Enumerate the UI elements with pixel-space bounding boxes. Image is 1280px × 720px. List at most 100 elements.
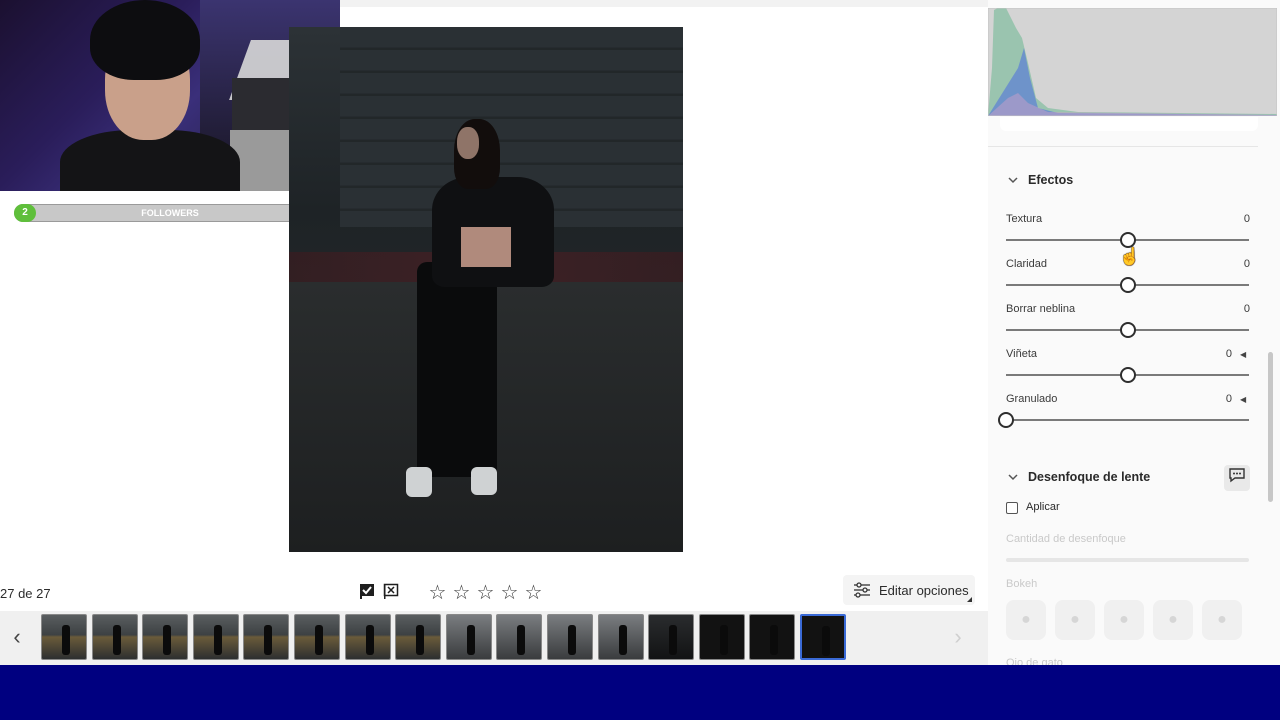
followers-label: FOLLOWERS bbox=[141, 208, 199, 218]
thumbnail-figure bbox=[163, 625, 172, 655]
slider-label: Granulado bbox=[1006, 393, 1058, 405]
slider-label: Viñeta bbox=[1006, 348, 1037, 360]
thumbnail-figure bbox=[314, 625, 323, 655]
slider-label: Textura bbox=[1006, 213, 1043, 225]
panel-scrollbar[interactable] bbox=[1268, 352, 1273, 502]
slider-value[interactable]: 0 bbox=[1230, 213, 1250, 225]
photo-subject-shoe bbox=[471, 467, 497, 495]
bokeh-blade-icon: ● bbox=[1104, 600, 1144, 640]
thumbnail-figure bbox=[213, 625, 222, 655]
photo-subject-face bbox=[457, 127, 479, 159]
thumbnail-figure bbox=[365, 625, 374, 655]
chevron-down-icon bbox=[1006, 174, 1019, 187]
filmstrip-thumbnail[interactable] bbox=[344, 614, 391, 660]
thumbnail-figure bbox=[112, 625, 121, 655]
photo-subject-torso bbox=[461, 227, 511, 267]
star-icon[interactable]: ☆ bbox=[500, 582, 519, 604]
bokeh-label: Bokeh bbox=[1006, 578, 1038, 590]
reset-arrow-icon[interactable]: ◀ bbox=[1240, 350, 1246, 360]
effects-section-header[interactable]: Efectos bbox=[1006, 173, 1073, 187]
edit-options-label: Editar opciones bbox=[879, 582, 969, 598]
slider-label: Borrar neblina bbox=[1006, 303, 1076, 315]
reset-arrow-icon[interactable]: ◀ bbox=[1240, 395, 1246, 405]
thumbnail-figure bbox=[669, 625, 678, 655]
thumbnail-figure bbox=[770, 625, 779, 655]
sliders-icon bbox=[853, 582, 871, 598]
filmstrip-thumbnail[interactable] bbox=[749, 614, 796, 660]
star-icon[interactable]: ☆ bbox=[524, 582, 543, 604]
flag-pick-icon[interactable] bbox=[357, 582, 377, 602]
photo-subject-pants bbox=[417, 262, 497, 477]
thumbnail-figure bbox=[264, 625, 273, 655]
bottom-color-band bbox=[0, 665, 1280, 720]
apply-label: Aplicar bbox=[1026, 501, 1060, 513]
photo-subject-shoe bbox=[406, 467, 432, 497]
thumbnail-figure bbox=[719, 625, 728, 655]
bokeh-cateye-icon: ● bbox=[1202, 600, 1242, 640]
star-icon[interactable]: ☆ bbox=[428, 582, 447, 604]
filmstrip-thumbnail[interactable] bbox=[293, 614, 340, 660]
slider-value[interactable]: 0 bbox=[1230, 303, 1250, 315]
webcam-person-hair bbox=[90, 0, 200, 80]
followers-current: 2 bbox=[14, 204, 36, 222]
cat-eye-label: Ojo de gato bbox=[1006, 657, 1063, 665]
filmstrip-thumbnail[interactable] bbox=[445, 614, 492, 660]
slider-handle[interactable] bbox=[1119, 322, 1136, 338]
chevron-down-icon bbox=[1006, 471, 1019, 484]
slider-value[interactable]: 0 bbox=[1230, 258, 1250, 270]
edit-options-button[interactable]: Editar opciones bbox=[843, 575, 975, 605]
filmstrip-prev-button[interactable]: ‹ bbox=[6, 617, 28, 657]
thumbnail-figure bbox=[466, 625, 475, 655]
app-window: 2 FOLLOWERS 100 27 de 27 ☆ ☆ ☆ ☆ ☆ Edita… bbox=[0, 0, 1280, 720]
blur-amount-label: Cantidad de desenfoque bbox=[1006, 533, 1126, 545]
slider-handle[interactable] bbox=[1119, 232, 1136, 248]
filmstrip-thumbnail[interactable] bbox=[597, 614, 644, 660]
top-strip bbox=[340, 0, 988, 7]
thumbnail-figure bbox=[517, 625, 526, 655]
hand-cursor-icon: ☝ bbox=[1119, 247, 1141, 266]
filmstrip-thumbnail[interactable] bbox=[41, 614, 87, 660]
filmstrip-thumbnail[interactable] bbox=[142, 614, 189, 660]
filmstrip-thumbnail[interactable] bbox=[799, 614, 846, 660]
thumbnail-figure bbox=[821, 626, 830, 656]
feedback-button[interactable] bbox=[1224, 465, 1250, 491]
slider-track[interactable] bbox=[1006, 419, 1249, 421]
filmstrip-thumbnail[interactable] bbox=[395, 614, 442, 660]
slider-label: Claridad bbox=[1006, 258, 1047, 270]
slider-handle[interactable] bbox=[1119, 367, 1136, 383]
main-photo[interactable] bbox=[289, 27, 683, 552]
filmstrip-thumbnail[interactable] bbox=[496, 614, 543, 660]
filmstrip-thumbnail[interactable] bbox=[91, 614, 138, 660]
lens-blur-title: Desenfoque de lente bbox=[1028, 470, 1151, 484]
filmstrip-thumbnail[interactable] bbox=[546, 614, 593, 660]
filmstrip-thumbnail[interactable] bbox=[192, 614, 239, 660]
histogram bbox=[988, 8, 1277, 116]
filmstrip-thumbnail[interactable] bbox=[648, 614, 695, 660]
slider-handle[interactable] bbox=[998, 412, 1014, 428]
lens-blur-section-header[interactable]: Desenfoque de lente bbox=[1006, 470, 1150, 484]
slider-value[interactable]: 0 bbox=[1212, 393, 1232, 405]
filmstrip-thumbnail[interactable] bbox=[698, 614, 745, 660]
rating-stars: ☆ ☆ ☆ ☆ ☆ bbox=[428, 582, 543, 604]
filmstrip-thumbnails bbox=[41, 614, 846, 660]
apply-checkbox[interactable] bbox=[1006, 502, 1018, 514]
bokeh-ring-icon: ● bbox=[1153, 600, 1193, 640]
thumbnail-figure bbox=[567, 625, 576, 655]
filmstrip-next-button[interactable]: › bbox=[946, 617, 970, 657]
star-icon[interactable]: ☆ bbox=[452, 582, 471, 604]
partial-collapsed-row bbox=[1000, 117, 1258, 131]
flag-reject-icon[interactable] bbox=[381, 582, 401, 602]
blur-amount-slider bbox=[1006, 558, 1249, 562]
thumbnail-figure bbox=[618, 625, 627, 655]
corner-triangle-icon bbox=[967, 597, 972, 602]
followers-goal-widget: 2 FOLLOWERS 100 bbox=[0, 191, 324, 235]
star-icon[interactable]: ☆ bbox=[476, 582, 495, 604]
filmstrip-thumbnail[interactable] bbox=[243, 614, 290, 660]
bokeh-circle-icon: ● bbox=[1006, 600, 1046, 640]
bokeh-options: ● ● ● ● ● bbox=[1006, 600, 1242, 640]
edit-panel: Efectos Textura 0 Claridad 0 Borrar neblina 0… bbox=[988, 0, 1280, 665]
slider-handle[interactable] bbox=[1119, 277, 1136, 293]
slider-value[interactable]: 0 bbox=[1212, 348, 1232, 360]
bokeh-bubble-icon: ● bbox=[1055, 600, 1095, 640]
divider bbox=[988, 146, 1258, 147]
